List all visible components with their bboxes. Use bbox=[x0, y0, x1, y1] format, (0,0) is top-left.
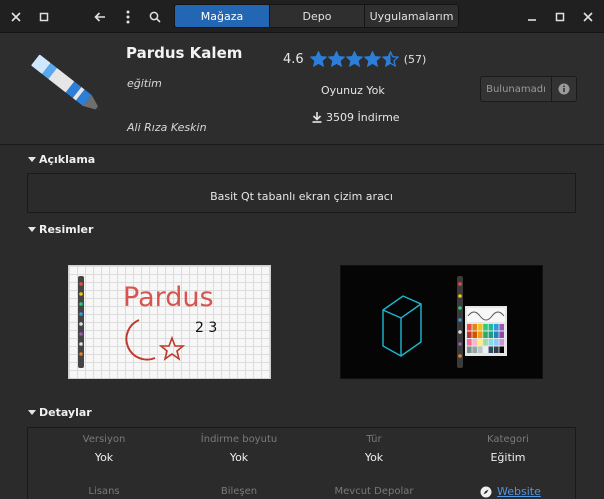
tab-magaza[interactable]: Mağaza bbox=[175, 5, 270, 27]
chevron-down-icon bbox=[28, 410, 36, 415]
screenshots-toggle[interactable]: Resimler bbox=[28, 223, 93, 236]
description-text: Basit Qt tabanlı ekran çizim aracı bbox=[210, 190, 393, 203]
tab-uygulamalarim[interactable]: Uygulamalarım bbox=[365, 5, 458, 27]
install-button-label[interactable]: Bulunamadı bbox=[481, 77, 552, 101]
rating: 4.6 (57) bbox=[283, 51, 426, 67]
divider bbox=[0, 144, 604, 145]
detail-label: Versiyon bbox=[82, 434, 126, 445]
website-link-text[interactable]: Website bbox=[497, 485, 541, 498]
rating-stars bbox=[309, 51, 400, 67]
detail-label: İndirme boyutu bbox=[200, 434, 278, 445]
menu-icon[interactable] bbox=[114, 0, 142, 33]
install-button[interactable]: Bulunamadı bbox=[480, 76, 577, 102]
screenshot-1[interactable]: Pardus 2 3 bbox=[68, 265, 271, 379]
screenshots-title: Resimler bbox=[39, 223, 94, 236]
app-author: Ali Rıza Keskin bbox=[127, 121, 207, 134]
maximize-icon[interactable] bbox=[30, 0, 58, 33]
detail-value: Yok bbox=[94, 451, 114, 464]
close-icon[interactable] bbox=[574, 0, 602, 33]
compass-icon bbox=[480, 486, 492, 497]
description-toggle[interactable]: Açıklama bbox=[28, 153, 95, 166]
details-toggle[interactable]: Detaylar bbox=[28, 406, 92, 419]
rating-value: 4.6 bbox=[283, 51, 304, 67]
pardus-drawing: Pardus bbox=[123, 282, 214, 313]
details-title: Detaylar bbox=[39, 406, 92, 419]
app-header: Pardus Kalem eğitim Ali Rıza Keskin 4.6 … bbox=[0, 33, 604, 144]
detail-repos-label: Mevcut Depolar bbox=[334, 486, 414, 497]
detail-version: Versiyon Yok bbox=[44, 434, 164, 464]
star-icon bbox=[363, 51, 381, 67]
detail-label: Kategori bbox=[487, 434, 529, 445]
details-box: Versiyon Yok İndirme boyutu Yok Tür Yok … bbox=[27, 427, 576, 499]
star-icon bbox=[309, 51, 327, 67]
maximize-icon[interactable] bbox=[546, 0, 574, 33]
tab-depo[interactable]: Depo bbox=[270, 5, 365, 27]
rating-count: (57) bbox=[403, 52, 427, 66]
screenshots-gallery: Pardus 2 3 bbox=[27, 245, 576, 395]
app-name: Pardus Kalem bbox=[126, 44, 243, 62]
detail-label: Tür bbox=[366, 434, 382, 445]
detail-value: Yok bbox=[364, 451, 384, 464]
detail-value: Yok bbox=[229, 451, 249, 464]
website-link[interactable]: Website bbox=[480, 485, 541, 498]
star-icon bbox=[327, 51, 345, 67]
chevron-down-icon bbox=[28, 157, 36, 162]
description-title: Açıklama bbox=[39, 153, 96, 166]
download-icon bbox=[312, 112, 322, 123]
description-box: Basit Qt tabanlı ekran çizim aracı bbox=[27, 173, 576, 213]
star-icon bbox=[345, 51, 363, 67]
detail-type: Tür Yok bbox=[314, 434, 434, 464]
close-icon[interactable] bbox=[2, 0, 30, 33]
header-bar: Mağaza Depo Uygulamalarım bbox=[0, 0, 604, 33]
screenshot-2[interactable] bbox=[340, 265, 543, 379]
app-category: eğitim bbox=[127, 77, 162, 90]
search-icon[interactable] bbox=[141, 0, 169, 33]
back-icon[interactable] bbox=[86, 0, 114, 33]
star-icon bbox=[381, 51, 399, 67]
chevron-down-icon bbox=[28, 227, 36, 232]
detail-download-size: İndirme boyutu Yok bbox=[179, 434, 299, 464]
view-switcher: Mağaza Depo Uygulamalarım bbox=[174, 4, 459, 28]
download-count: 3509 İndirme bbox=[312, 111, 400, 124]
detail-component-label: Bileşen bbox=[220, 486, 258, 497]
download-count-text: 3509 İndirme bbox=[326, 111, 400, 124]
minimize-icon[interactable] bbox=[518, 0, 546, 33]
numbers-drawing: 2 3 bbox=[195, 320, 217, 336]
detail-license-label: Lisans bbox=[88, 486, 120, 497]
detail-value: Eğitim bbox=[490, 451, 526, 464]
pen-icon bbox=[28, 45, 112, 129]
detail-category: Kategori Eğitim bbox=[448, 434, 568, 464]
info-icon[interactable] bbox=[552, 77, 576, 101]
game-status: Oyunuz Yok bbox=[321, 84, 385, 97]
